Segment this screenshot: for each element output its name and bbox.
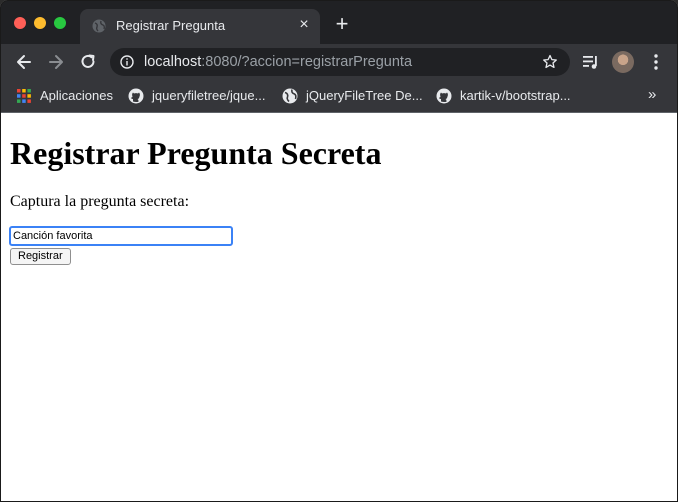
bookmarks-bar: Aplicaciones jqueryfiletree/jque... jQue…: [0, 80, 678, 113]
github-icon: [436, 88, 452, 104]
bookmark-label: kartik-v/bootstrap...: [460, 88, 571, 103]
reload-icon[interactable]: [78, 52, 98, 72]
forward-arrow-icon[interactable]: [46, 52, 66, 72]
bookmark-label: jqueryfiletree/jque...: [152, 88, 266, 103]
github-icon: [128, 88, 144, 104]
bookmark-label: jQueryFileTree De...: [306, 88, 423, 103]
register-button[interactable]: Registrar: [10, 248, 71, 265]
browser-window: Registrar Pregunta × + localhost:8080/?a…: [0, 0, 678, 502]
new-tab-button[interactable]: +: [332, 13, 352, 35]
bookmark-aplicaciones[interactable]: Aplicaciones: [16, 87, 126, 105]
address-bar[interactable]: localhost:8080/?accion=registrarPregunta: [110, 48, 570, 76]
apps-grid-icon: [16, 88, 32, 104]
url-host: localhost: [144, 54, 202, 70]
page-content: Registrar Pregunta Secreta Captura la pr…: [0, 113, 678, 502]
tab-strip: Registrar Pregunta × +: [0, 0, 678, 44]
browser-toolbar: localhost:8080/?accion=registrarPregunta: [0, 44, 678, 80]
maximize-window-button[interactable]: [54, 17, 66, 29]
secret-question-input[interactable]: [9, 226, 233, 246]
url-path: :8080/?accion=registrarPregunta: [201, 54, 413, 70]
info-icon[interactable]: [120, 55, 134, 69]
media-queue-icon[interactable]: [582, 53, 600, 71]
bookmark-kartik-v-github[interactable]: kartik-v/bootstrap...: [436, 87, 586, 105]
globe-icon: [282, 88, 298, 104]
question-prompt: Captura la pregunta secreta:: [10, 193, 190, 210]
url-text: localhost:8080/?accion=registrarPregunta: [144, 54, 412, 70]
more-bookmarks-chevron-icon[interactable]: »: [648, 86, 656, 104]
menu-dots-icon[interactable]: [648, 52, 664, 72]
bookmark-label: Aplicaciones: [40, 88, 113, 103]
profile-avatar[interactable]: [612, 51, 634, 73]
close-window-button[interactable]: [14, 17, 26, 29]
tab-registrar-pregunta[interactable]: Registrar Pregunta ×: [80, 9, 320, 44]
close-tab-icon[interactable]: ×: [296, 17, 312, 33]
minimize-window-button[interactable]: [34, 17, 46, 29]
bookmark-jqueryfiletree-github[interactable]: jqueryfiletree/jque...: [128, 87, 278, 105]
back-arrow-icon[interactable]: [14, 52, 34, 72]
tab-title: Registrar Pregunta: [116, 18, 226, 33]
bookmark-jqueryfiletree-demo[interactable]: jQueryFileTree De...: [282, 87, 432, 105]
page-title: Registrar Pregunta Secreta: [10, 135, 382, 171]
bookmark-star-icon[interactable]: [542, 54, 558, 70]
globe-icon: [92, 19, 106, 33]
